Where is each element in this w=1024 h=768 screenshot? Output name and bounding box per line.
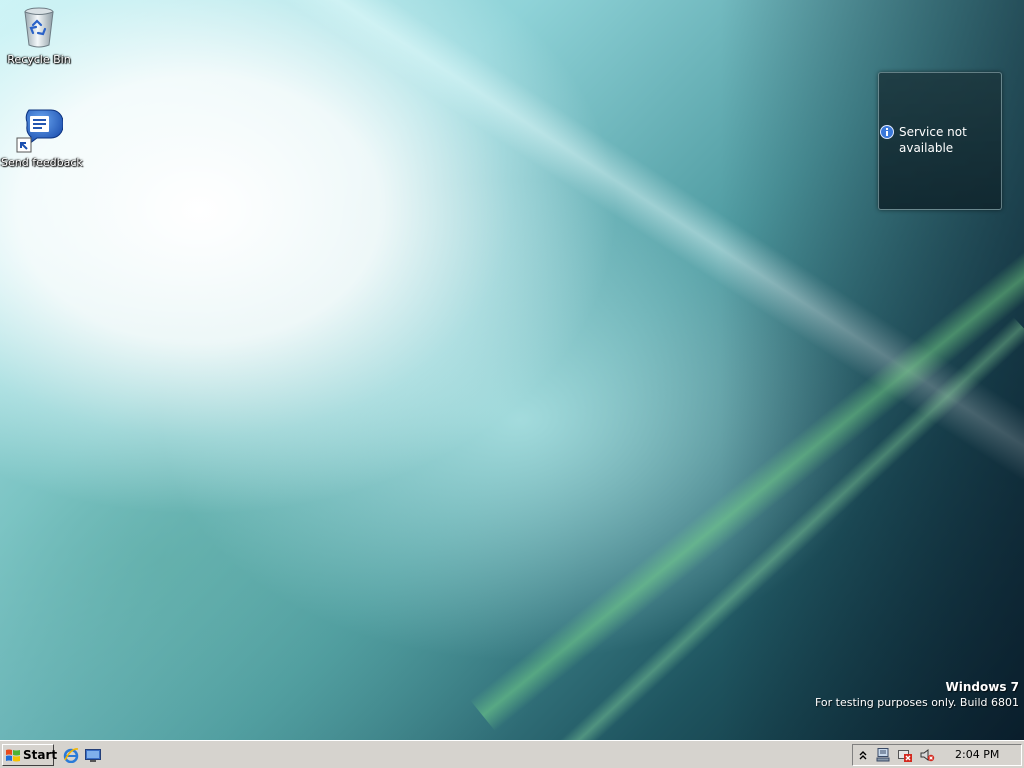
os-watermark: Windows 7 For testing purposes only. Bui… <box>815 680 1019 710</box>
gadget-status-message: Service not available <box>899 125 967 155</box>
desktop-icon-recycle-bin[interactable]: Recycle Bin <box>1 3 77 66</box>
taskbar-clock[interactable]: 2:04 PM <box>955 748 999 761</box>
watermark-build: For testing purposes only. Build 6801 <box>814 696 1019 709</box>
start-label: Start <box>23 748 58 762</box>
taskbar: Start 2:04 PM <box>0 740 1024 768</box>
recycle-bin-icon <box>15 3 63 51</box>
desktop-background[interactable]: Recycle Bin Send feedback Service not av… <box>0 0 1024 740</box>
wallpaper-green-ray <box>470 246 1024 732</box>
network-icon[interactable] <box>875 747 891 763</box>
desktop-icon-send-feedback[interactable]: Send feedback <box>1 106 83 169</box>
send-feedback-icon <box>15 106 64 154</box>
info-icon <box>880 124 894 139</box>
wallpaper-green-ray <box>560 317 1024 740</box>
weather-gadget[interactable]: Service not available <box>878 72 1002 210</box>
action-center-icon[interactable] <box>897 747 913 763</box>
start-button[interactable]: Start <box>2 744 58 766</box>
notification-area: 2:04 PM <box>852 744 1022 766</box>
windows-flag-icon <box>5 747 21 763</box>
show-hidden-icons-chevron[interactable] <box>855 747 871 763</box>
show-desktop-icon[interactable] <box>85 747 101 763</box>
internet-explorer-icon[interactable] <box>63 747 79 764</box>
desktop-icon-label: Recycle Bin <box>7 53 71 66</box>
volume-muted-icon[interactable] <box>919 747 935 763</box>
desktop-icon-label: Send feedback <box>1 156 83 169</box>
watermark-os-name: Windows 7 <box>945 680 1019 694</box>
